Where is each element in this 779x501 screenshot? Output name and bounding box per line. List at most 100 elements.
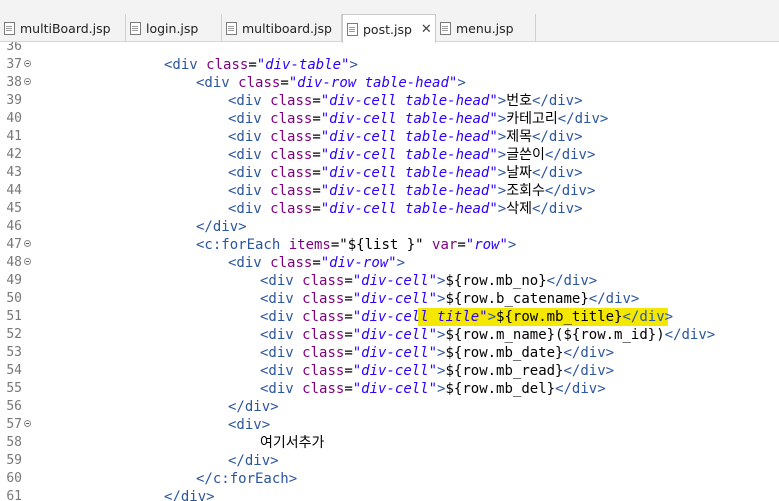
code-text: <div class="div-cell table-head">조회수</di… — [228, 182, 595, 200]
code-text: <div class="div-cell">${row.mb_no}</div> — [260, 272, 597, 290]
code-line[interactable]: 55 <div class="div-cell">${row.mb_del}</d… — [0, 380, 779, 398]
editor-tab-bar: multiBoard.jsp login.jsp multiboard.jsp pos… — [0, 0, 779, 43]
code-text: <div class="div-cell table-head">번호</div… — [228, 92, 583, 110]
fold-collapse-icon[interactable] — [24, 420, 31, 427]
code-token: > — [497, 183, 507, 199]
tab-multiboard-jsp[interactable]: multiboard.jsp — [222, 14, 342, 42]
code-line[interactable]: 48 <div class="div-row"> — [0, 254, 779, 272]
code-line[interactable]: 37 <div class="div-table"> — [0, 56, 779, 74]
code-line[interactable]: 53 <div class="div-cell">${row.mb_date}</… — [0, 344, 779, 362]
code-text: <div class="div-cell table-head">날짜</div… — [228, 164, 583, 182]
code-text: </c:forEach> — [196, 470, 297, 488]
code-editor[interactable]: 36 37 <div class="div-table"> 38 <div class=… — [0, 42, 779, 501]
line-number: 49 — [6, 273, 22, 288]
code-token: class — [302, 273, 345, 289]
code-line[interactable]: 50 <div class="div-cell">${row.b_catename… — [0, 290, 779, 308]
code-token: class — [238, 75, 281, 91]
code-line[interactable]: 59 </div> — [0, 452, 779, 470]
code-line[interactable]: 56 </div> — [0, 398, 779, 416]
code-token: ${row.mb_date} — [445, 345, 564, 361]
code-token: = — [312, 255, 321, 271]
code-line[interactable]: 40 <div class="div-cell table-head">카테고리<… — [0, 110, 779, 128]
line-number: 54 — [6, 363, 22, 378]
code-text: 여기서추가 — [260, 434, 324, 452]
code-token: = — [344, 291, 353, 307]
code-text: <div class="div-cell table-head">제목</div… — [228, 128, 583, 146]
code-token: <div — [228, 255, 271, 271]
tab-login-jsp[interactable]: login.jsp — [126, 14, 222, 42]
code-line[interactable]: 58 여기서추가 — [0, 434, 779, 452]
fold-collapse-icon[interactable] — [24, 78, 31, 85]
code-token: <div — [260, 309, 303, 325]
code-token: > — [457, 75, 466, 91]
fold-collapse-icon[interactable] — [24, 60, 31, 67]
line-number: 55 — [6, 381, 22, 396]
code-token: class — [302, 309, 345, 325]
code-text: <div class="div-cell">${row.m_name}(${ro… — [260, 326, 715, 344]
code-token: "div-cell" — [352, 273, 438, 289]
code-token: 조회수 — [506, 183, 545, 199]
code-token: class — [270, 147, 313, 163]
code-token: "div-row table-head" — [288, 75, 458, 91]
code-text: <div class="div-cell">${row.mb_date}</di… — [260, 344, 614, 362]
code-token: "div-cell" — [352, 291, 438, 307]
line-number: 52 — [6, 327, 22, 342]
code-token: "div-cell table-head" — [320, 111, 498, 127]
code-token: <div — [260, 273, 303, 289]
code-token: > — [497, 201, 507, 217]
code-line[interactable]: 60 </c:forEach> — [0, 470, 779, 488]
code-line[interactable]: 42 <div class="div-cell table-head">글쓴이</… — [0, 146, 779, 164]
line-number: 50 — [6, 291, 22, 306]
code-token: "div-cell" — [352, 327, 438, 343]
fold-collapse-icon[interactable] — [24, 240, 31, 247]
tab-multiboard-jsp[interactable]: multiBoard.jsp — [0, 14, 126, 42]
code-token: = — [344, 381, 353, 397]
code-line[interactable]: 36 — [0, 42, 779, 56]
code-token: <div> — [228, 417, 271, 433]
code-line[interactable]: 45 <div class="div-cell table-head">삭제</d… — [0, 200, 779, 218]
code-line[interactable]: 52 <div class="div-cell">${row.m_name}(${… — [0, 326, 779, 344]
code-line[interactable]: 47 <c:forEach items="${list }" var="row"> — [0, 236, 779, 254]
close-tab-icon[interactable]: ✕ — [421, 22, 432, 37]
code-token: <div — [228, 201, 271, 217]
code-token: = — [312, 147, 321, 163]
code-token: 번호 — [506, 93, 532, 109]
code-token: = — [312, 183, 321, 199]
code-token: > — [497, 129, 507, 145]
code-token: 제목 — [506, 129, 532, 145]
code-text: <div class="div-cell table-head">글쓴이</di… — [228, 146, 595, 164]
code-token: = — [312, 201, 321, 217]
code-line[interactable]: 46 </div> — [0, 218, 779, 236]
code-token: 여기서추가 — [260, 435, 325, 451]
tab-menu-jsp[interactable]: menu.jsp — [436, 14, 536, 42]
code-line[interactable]: 49 <div class="div-cell">${row.mb_no}</di… — [0, 272, 779, 290]
tab-post-jsp[interactable]: post.jsp ✕ — [342, 14, 436, 43]
code-line[interactable]: 51 <div class="div-cell title">${row.mb_t… — [0, 308, 779, 326]
code-line[interactable]: 41 <div class="div-cell table-head">제목</d… — [0, 128, 779, 146]
code-line[interactable]: 61 </div> — [0, 488, 779, 501]
code-line[interactable]: 57 <div> — [0, 416, 779, 434]
code-token: = — [280, 75, 289, 91]
code-token: 글쓴이 — [506, 147, 545, 163]
fold-collapse-icon[interactable] — [24, 258, 31, 265]
tab-label: post.jsp — [363, 21, 412, 37]
code-token: class — [302, 363, 345, 379]
code-token: "div-cell table-head" — [320, 93, 498, 109]
code-token: <c:forEach — [196, 237, 289, 253]
code-token: "div-cell table-head" — [320, 183, 498, 199]
code-line[interactable]: 44 <div class="div-cell table-head">조회수</… — [0, 182, 779, 200]
code-token: = — [312, 165, 321, 181]
code-token: </div> — [557, 111, 609, 127]
line-number: 59 — [6, 453, 22, 468]
code-token: <div — [228, 183, 271, 199]
code-token: <div — [164, 57, 207, 73]
code-token: > — [507, 237, 517, 253]
code-line[interactable]: 39 <div class="div-cell table-head">번호</d… — [0, 92, 779, 110]
code-line[interactable]: 54 <div class="div-cell">${row.mb_read}</… — [0, 362, 779, 380]
code-token: </div> — [228, 453, 279, 469]
code-token: </c:forEach> — [196, 471, 298, 487]
code-line[interactable]: 38 <div class="div-row table-head"> — [0, 74, 779, 92]
code-token: items — [288, 237, 331, 253]
code-line[interactable]: 43 <div class="div-cell table-head">날짜</d… — [0, 164, 779, 182]
code-token: <div — [228, 111, 271, 127]
